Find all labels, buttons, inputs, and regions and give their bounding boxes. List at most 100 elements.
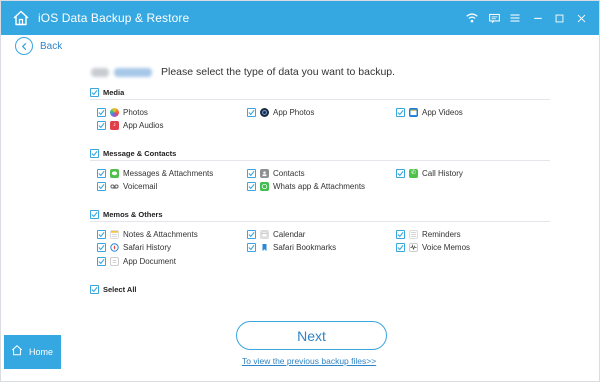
option-contacts[interactable]: Contacts bbox=[247, 167, 305, 179]
voice-memos-icon bbox=[409, 242, 418, 252]
back-label: Back bbox=[40, 40, 63, 52]
option-app-photos[interactable]: App Photos bbox=[247, 106, 314, 118]
wifi-icon[interactable] bbox=[464, 10, 480, 26]
device-model-redacted bbox=[114, 67, 152, 77]
option-label: App Document bbox=[123, 256, 176, 266]
option-label: Reminders bbox=[422, 229, 461, 239]
notes-icon bbox=[110, 229, 119, 239]
divider bbox=[90, 221, 550, 222]
option-app-audios[interactable]: ♪ App Audios bbox=[97, 119, 163, 131]
checkbox[interactable] bbox=[90, 148, 99, 158]
select-all[interactable]: Select All bbox=[90, 283, 137, 295]
checkbox[interactable] bbox=[90, 209, 99, 219]
checkbox[interactable] bbox=[97, 229, 106, 239]
option-calendar[interactable]: Calendar bbox=[247, 228, 305, 240]
call-history-icon: ✆ bbox=[409, 168, 418, 178]
select-all-label: Select All bbox=[103, 284, 137, 294]
checkbox[interactable] bbox=[247, 168, 256, 178]
checkbox[interactable] bbox=[396, 168, 405, 178]
option-app-videos[interactable]: App Videos bbox=[396, 106, 463, 118]
option-app-document[interactable]: App Document bbox=[97, 255, 176, 267]
app-videos-icon bbox=[409, 107, 418, 117]
option-label: Notes & Attachments bbox=[123, 229, 198, 239]
option-label: Call History bbox=[422, 168, 463, 178]
option-reminders[interactable]: Reminders bbox=[396, 228, 461, 240]
calendar-icon bbox=[260, 229, 269, 239]
option-call-history[interactable]: ✆ Call History bbox=[396, 167, 463, 179]
checkbox[interactable] bbox=[97, 181, 106, 191]
section-media[interactable]: Media bbox=[90, 86, 124, 98]
select-prompt: Please select the type of data you want … bbox=[161, 66, 396, 78]
option-safari-bookmarks[interactable]: Safari Bookmarks bbox=[247, 241, 336, 253]
app-audios-icon: ♪ bbox=[110, 120, 119, 130]
minimize-icon[interactable] bbox=[530, 10, 546, 26]
home-label: Home bbox=[29, 347, 54, 357]
section-memos-others[interactable]: Memos & Others bbox=[90, 208, 163, 220]
app-photos-icon bbox=[260, 107, 269, 117]
checkbox[interactable] bbox=[97, 242, 106, 252]
option-label: Voicemail bbox=[123, 181, 158, 191]
checkbox[interactable] bbox=[97, 107, 106, 117]
option-label: Messages & Attachments bbox=[123, 168, 214, 178]
whatsapp-icon bbox=[260, 181, 269, 191]
section-title: Memos & Others bbox=[103, 209, 163, 219]
close-icon[interactable] bbox=[573, 10, 589, 26]
restore-icon[interactable] bbox=[551, 10, 567, 26]
title-bar: iOS Data Backup & Restore bbox=[1, 1, 599, 35]
reminders-icon bbox=[409, 229, 418, 239]
option-label: Photos bbox=[123, 107, 148, 117]
menu-icon[interactable] bbox=[507, 10, 523, 26]
checkbox[interactable] bbox=[396, 242, 405, 252]
next-button[interactable]: Next bbox=[236, 321, 387, 350]
app-window: iOS Data Backup & Restore Back Please se… bbox=[0, 0, 600, 382]
voicemail-icon bbox=[110, 181, 119, 191]
option-notes[interactable]: Notes & Attachments bbox=[97, 228, 198, 240]
checkbox[interactable] bbox=[247, 181, 256, 191]
photos-icon bbox=[110, 107, 119, 117]
option-label: Voice Memos bbox=[422, 242, 471, 252]
device-name-redacted bbox=[91, 67, 109, 77]
section-title: Message & Contacts bbox=[103, 148, 177, 158]
app-document-icon bbox=[110, 256, 119, 266]
option-voicemail[interactable]: Voicemail bbox=[97, 180, 157, 192]
option-label: Safari Bookmarks bbox=[273, 242, 337, 252]
checkbox[interactable] bbox=[97, 256, 106, 266]
checkbox[interactable] bbox=[247, 229, 256, 239]
option-label: Whats app & Attachments bbox=[273, 181, 366, 191]
checkbox[interactable] bbox=[97, 168, 106, 178]
home-icon[interactable] bbox=[12, 9, 30, 27]
option-label: App Videos bbox=[422, 107, 463, 117]
safari-bookmarks-icon bbox=[260, 242, 269, 252]
checkbox[interactable] bbox=[396, 229, 405, 239]
option-label: Safari History bbox=[123, 242, 172, 252]
checkbox[interactable] bbox=[247, 242, 256, 252]
safari-history-icon bbox=[110, 242, 119, 252]
option-label: App Photos bbox=[273, 107, 315, 117]
contacts-icon bbox=[260, 168, 269, 178]
option-safari-history[interactable]: Safari History bbox=[97, 241, 171, 253]
checkbox[interactable] bbox=[90, 284, 99, 294]
back-button[interactable]: Back bbox=[15, 37, 62, 55]
device-line: Please select the type of data you want … bbox=[91, 65, 395, 79]
option-label: App Audios bbox=[123, 120, 164, 130]
section-title: Media bbox=[103, 87, 125, 97]
option-label: Calendar bbox=[273, 229, 306, 239]
option-voice-memos[interactable]: Voice Memos bbox=[396, 241, 470, 253]
option-label: Contacts bbox=[273, 168, 305, 178]
home-button[interactable]: Home bbox=[4, 335, 61, 369]
messages-icon bbox=[110, 168, 119, 178]
option-messages[interactable]: Messages & Attachments bbox=[97, 167, 213, 179]
app-title: iOS Data Backup & Restore bbox=[38, 11, 190, 25]
previous-backup-link[interactable]: To view the previous backup files>> bbox=[242, 356, 376, 366]
option-whatsapp[interactable]: Whats app & Attachments bbox=[247, 180, 365, 192]
option-photos[interactable]: Photos bbox=[97, 106, 148, 118]
checkbox[interactable] bbox=[396, 107, 405, 117]
checkbox[interactable] bbox=[90, 87, 99, 97]
feedback-icon[interactable] bbox=[486, 10, 502, 26]
home-icon bbox=[11, 343, 23, 361]
checkbox[interactable] bbox=[97, 120, 106, 130]
divider bbox=[90, 160, 550, 161]
back-arrow-icon bbox=[15, 37, 33, 55]
checkbox[interactable] bbox=[247, 107, 256, 117]
section-message-contacts[interactable]: Message & Contacts bbox=[90, 147, 176, 159]
